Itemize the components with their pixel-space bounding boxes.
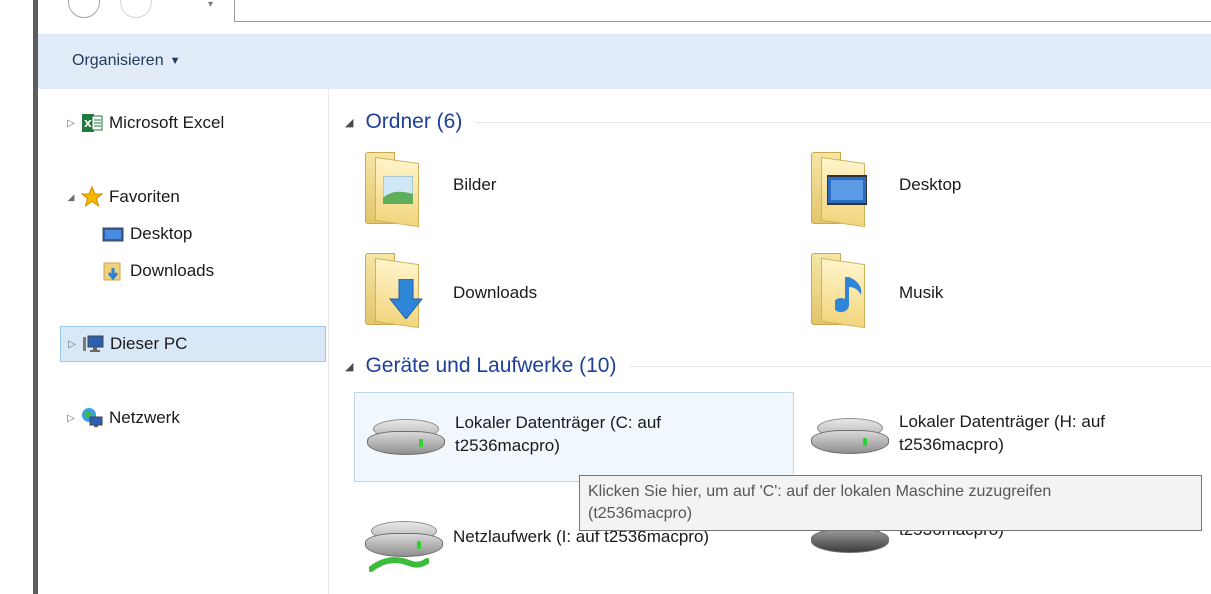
group-divider (476, 121, 1211, 123)
tooltip-line1: Klicken Sie hier, um auf 'C': auf der lo… (588, 483, 1052, 500)
group-title-drives: Geräte und Laufwerke (10) (365, 354, 617, 377)
organize-button[interactable]: Organisieren ▼ (72, 49, 181, 73)
folder-tile-downloads[interactable]: Downloads (353, 245, 793, 335)
command-bar: Organisieren ▼ (38, 34, 1211, 89)
forward-button[interactable] (120, 0, 152, 18)
recent-locations-icon[interactable]: ▾ (208, 0, 220, 10)
expand-arrow-icon[interactable]: ▷ (65, 339, 79, 350)
excel-icon: X (81, 112, 103, 134)
drive-label-c: Lokaler Datenträger (C: auf t2536macpro) (455, 411, 785, 457)
folder-label-musik: Musik (899, 283, 944, 302)
nav-label-this-pc: Dieser PC (110, 334, 188, 353)
star-icon (80, 185, 104, 208)
folder-tile-bilder[interactable]: Bilder (353, 144, 793, 234)
left-background (0, 0, 33, 594)
drive-label-c-line2: t2536macpro) (455, 436, 560, 455)
expand-arrow-icon[interactable]: ▷ (64, 118, 78, 129)
folder-label-bilder: Bilder (453, 175, 497, 194)
nav-item-network[interactable]: ▷ Netzwerk (64, 404, 180, 432)
pictures-folder-icon (365, 152, 425, 228)
drive-label-h-line2: t2536macpro) (899, 435, 1004, 454)
nav-item-excel[interactable]: ▷ X Microsoft Excel (64, 109, 224, 137)
computer-icon (82, 333, 104, 355)
nav-item-desktop[interactable]: Desktop (102, 220, 192, 248)
drive-label-c-line1: Lokaler Datenträger (C: auf (455, 413, 661, 432)
drive-label-h: Lokaler Datenträger (H: auf t2536macpro) (899, 410, 1211, 456)
group-title-folders: Ordner (6) (365, 110, 463, 133)
nav-label-network: Netzwerk (109, 408, 180, 427)
downloads-folder-icon (102, 260, 124, 282)
nav-label-excel: Microsoft Excel (109, 113, 225, 132)
folder-label-desktop: Desktop (899, 175, 962, 194)
nav-label-desktop: Desktop (130, 224, 193, 243)
network-icon (81, 407, 103, 429)
nav-item-this-pc[interactable]: ▷ Dieser PC (60, 326, 326, 362)
tooltip: Klicken Sie hier, um auf 'C': auf der lo… (579, 475, 1202, 531)
desktop-folder-icon (811, 152, 871, 228)
nav-label-favorites: Favoriten (109, 187, 180, 206)
group-header-folders[interactable]: ◢ Ordner (6) (345, 107, 1211, 137)
group-header-drives[interactable]: ◢ Geräte und Laufwerke (10) (345, 351, 1211, 381)
tooltip-line2: (t2536macpro) (588, 505, 693, 522)
back-button[interactable] (68, 0, 100, 18)
desktop-icon (102, 223, 124, 245)
address-bar[interactable] (234, 0, 1211, 22)
drive-tile-h[interactable]: Lokaler Datenträger (H: auf t2536macpro) (799, 392, 1211, 482)
address-strip: ▾ (38, 0, 1211, 34)
expand-arrow-icon[interactable]: ▷ (64, 413, 78, 424)
folder-label-downloads: Downloads (453, 283, 538, 302)
drive-label-h-line1: Lokaler Datenträger (H: auf (899, 412, 1105, 431)
chevron-down-icon: ▼ (169, 55, 181, 67)
group-divider (630, 365, 1211, 367)
svg-text:X: X (84, 119, 92, 130)
collapse-arrow-icon[interactable]: ◢ (64, 192, 78, 203)
collapse-arrow-icon[interactable]: ◢ (345, 360, 353, 373)
explorer-window: ▾ Organisieren ▼ ▷ X Microsoft Excel ◢ F… (38, 0, 1211, 594)
folder-tile-desktop[interactable]: Desktop (799, 144, 1211, 234)
network-drive-icon (365, 517, 443, 572)
organize-label: Organisieren (72, 52, 164, 69)
downloads-folder-icon (365, 253, 425, 329)
collapse-arrow-icon[interactable]: ◢ (345, 116, 353, 129)
music-folder-icon (811, 253, 871, 329)
hard-drive-icon (367, 415, 445, 461)
nav-item-favorites[interactable]: ◢ Favoriten (64, 183, 180, 211)
hard-drive-icon (811, 414, 889, 460)
nav-item-downloads[interactable]: Downloads (102, 257, 214, 285)
nav-label-downloads: Downloads (130, 261, 215, 280)
navigation-pane: ▷ X Microsoft Excel ◢ Favoriten Desktop … (38, 89, 329, 594)
folder-tile-musik[interactable]: Musik (799, 245, 1211, 335)
drive-tile-c[interactable]: Lokaler Datenträger (C: auf t2536macpro) (354, 392, 794, 482)
